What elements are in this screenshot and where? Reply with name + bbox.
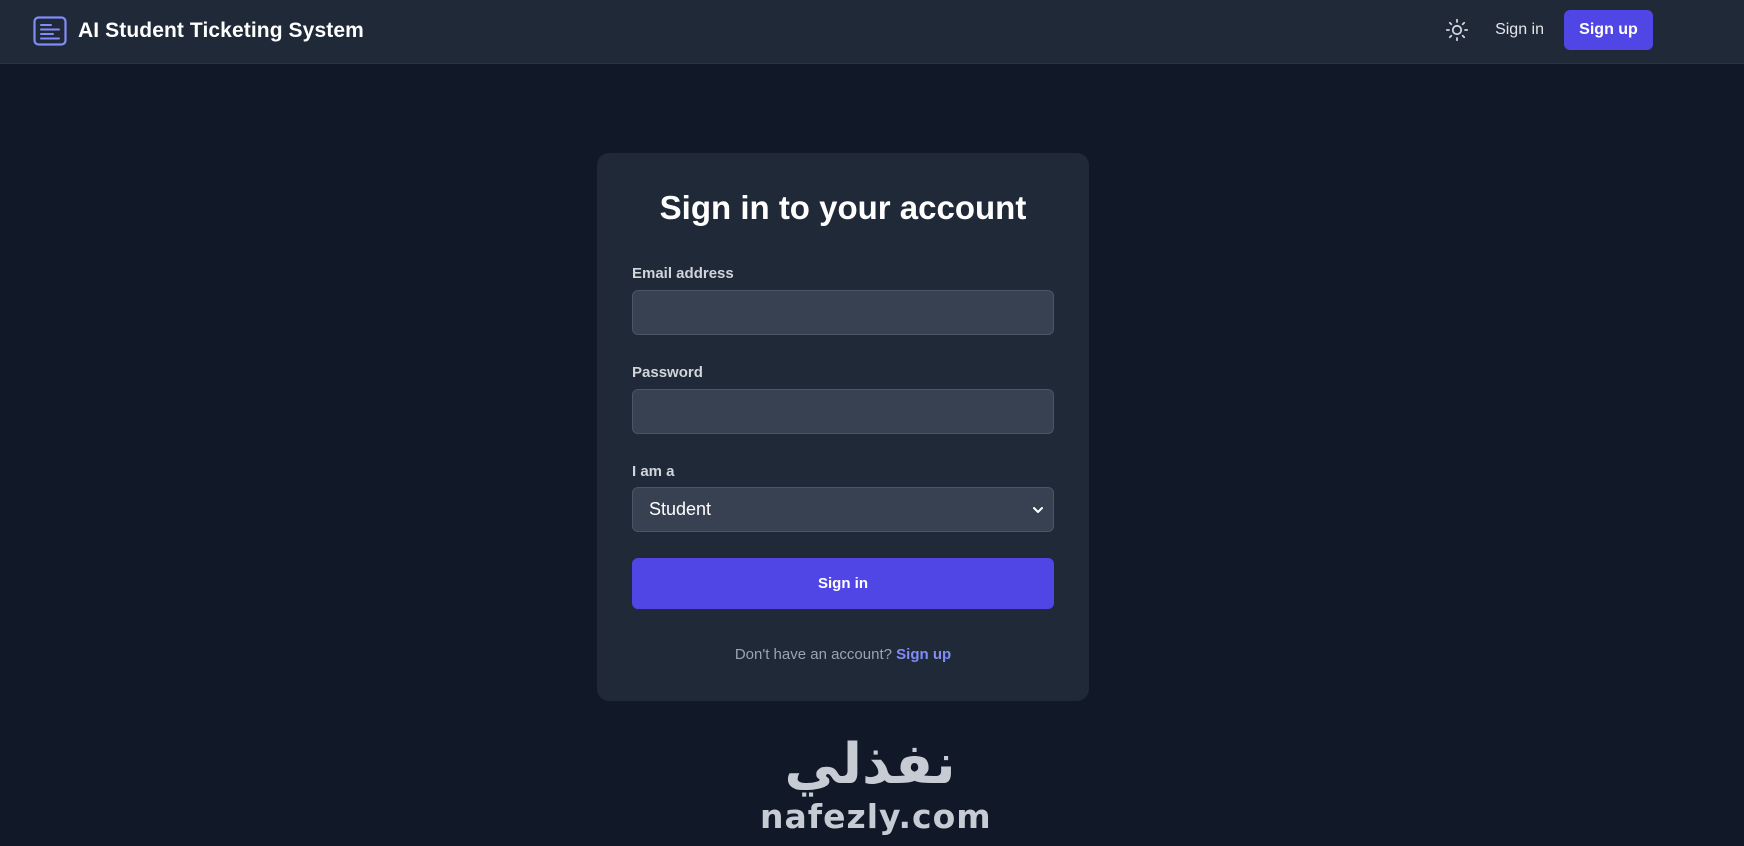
role-select[interactable]: Student <box>632 487 1054 532</box>
theme-toggle-button[interactable] <box>1443 16 1471 44</box>
role-selected-value: Student <box>649 499 712 519</box>
signin-submit-button[interactable]: Sign in <box>632 558 1054 609</box>
watermark-logo: نفذلي nafezly.com <box>760 732 992 846</box>
signup-prompt: Don't have an account? Sign up <box>597 646 1089 663</box>
role-label: I am a <box>632 463 675 480</box>
signin-card: Sign in to your account Email address Pa… <box>597 153 1089 701</box>
watermark-latin-text: nafezly.com <box>760 797 992 836</box>
nav-signup-button[interactable]: Sign up <box>1564 10 1653 50</box>
watermark-arabic-text: نفذلي <box>784 732 956 797</box>
page-title: Sign in to your account <box>659 189 1027 226</box>
sun-icon <box>1445 18 1469 42</box>
email-field[interactable] <box>632 290 1054 335</box>
signup-link[interactable]: Sign up <box>896 646 951 663</box>
nav-actions: Sign in Sign up <box>1443 10 1653 50</box>
brand-home-link[interactable]: AI Student Ticketing System <box>33 15 364 47</box>
password-field[interactable] <box>632 389 1054 434</box>
top-navbar: AI Student Ticketing System Sign in Sign… <box>0 0 1744 64</box>
nav-signin-link[interactable]: Sign in <box>1495 21 1544 39</box>
ticket-menu-icon <box>33 16 67 46</box>
email-label: Email address <box>632 265 734 282</box>
signup-prompt-text: Don't have an account? <box>734 646 892 663</box>
chevron-down-icon <box>1033 507 1043 513</box>
password-label: Password <box>632 364 703 381</box>
brand-title: AI Student Ticketing System <box>78 19 364 42</box>
